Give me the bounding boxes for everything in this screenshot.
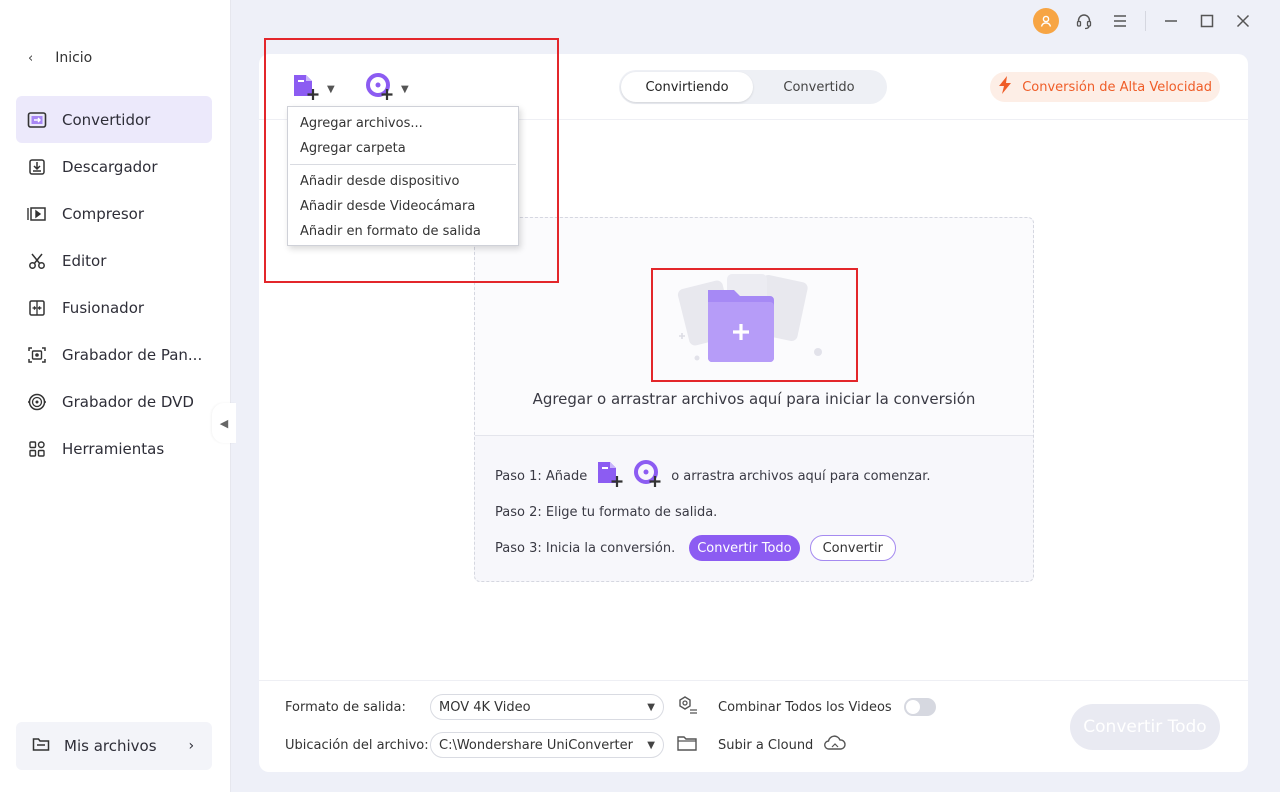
step-1-suffix: o arrastra archivos aquí para comenzar.	[671, 468, 931, 484]
high-speed-conversion-button[interactable]: Conversión de Alta Velocidad	[990, 72, 1220, 102]
add-file-icon	[291, 72, 321, 106]
output-format-label: Formato de salida:	[285, 699, 406, 715]
minimize-icon[interactable]	[1160, 10, 1182, 32]
divider	[1145, 11, 1146, 31]
scissors-icon	[26, 250, 48, 272]
home-link[interactable]: ‹ Inicio	[28, 50, 92, 66]
conversion-tabs: Convirtiendo Convertido	[619, 70, 887, 104]
screen-recorder-icon	[26, 344, 48, 366]
window-controls	[1033, 8, 1254, 34]
sidebar-item-grabador-dvd[interactable]: Grabador de DVD	[16, 378, 212, 425]
open-folder-icon[interactable]	[676, 734, 698, 756]
menu-item-add-from-camcorder[interactable]: Añadir desde Videocámara	[288, 194, 518, 219]
add-dvd-icon[interactable]	[633, 459, 663, 493]
converter-icon	[26, 109, 48, 131]
step-2: Paso 2: Elige tu formato de salida.	[495, 504, 718, 520]
sidebar-item-label: Editor	[62, 251, 107, 270]
file-location-row: Ubicación del archivo: C:\Wondershare Un…	[285, 732, 847, 758]
menu-item-add-output-format[interactable]: Añadir en formato de salida	[288, 219, 518, 244]
step-3: Paso 3: Inicia la conversión. Convertir …	[495, 530, 931, 566]
drop-zone[interactable]: Agregar o arrastrar archivos aquí para i…	[474, 217, 1034, 582]
menu-divider	[290, 164, 516, 165]
file-location-select[interactable]: C:\Wondershare UniConverter ▼	[430, 732, 664, 758]
add-from-dvd-button[interactable]: ▼	[365, 72, 409, 106]
sidebar-item-label: Herramientas	[62, 439, 165, 458]
add-dvd-icon	[365, 72, 395, 106]
chevron-down-icon: ▼	[327, 83, 335, 95]
cloud-icon[interactable]	[823, 734, 847, 756]
avatar[interactable]	[1033, 8, 1059, 34]
convert-pill-button[interactable]: Convertir	[809, 535, 896, 561]
bottom-bar: Formato de salida: MOV 4K Video ▼ Combin…	[259, 680, 1248, 772]
steps: Paso 1: Añade o arrastra archivos aquí p…	[495, 458, 931, 566]
lightning-icon	[996, 75, 1014, 99]
file-location-value: C:\Wondershare UniConverter	[439, 737, 633, 753]
sidebar-item-label: Fusionador	[62, 298, 145, 317]
tools-grid-icon	[26, 438, 48, 460]
add-folder-icon[interactable]	[673, 272, 833, 370]
chevron-left-icon: ‹	[28, 50, 34, 66]
step-1: Paso 1: Añade o arrastra archivos aquí p…	[495, 458, 931, 494]
my-files-label: Mis archivos	[64, 737, 157, 755]
chevron-down-icon: ▼	[647, 701, 655, 713]
sidebar-item-label: Grabador de DVD	[62, 392, 194, 411]
output-format-row: Formato de salida: MOV 4K Video ▼ Combin…	[285, 694, 936, 720]
drop-zone-text: Agregar o arrastrar archivos aquí para i…	[532, 390, 976, 408]
format-settings-icon[interactable]	[676, 695, 698, 719]
chevron-down-icon: ▼	[401, 83, 409, 95]
sidebar-item-descargador[interactable]: Descargador	[16, 143, 212, 190]
sidebar: ‹ Inicio Convertidor Descargador Compres…	[0, 0, 231, 792]
menu-item-add-folder[interactable]: Agregar carpeta	[288, 136, 518, 161]
sidebar-item-grabador-pantalla[interactable]: Grabador de Pan...	[16, 331, 212, 378]
menu-item-add-from-device[interactable]: Añadir desde dispositivo	[288, 169, 518, 194]
chevron-left-icon: ◀	[219, 416, 229, 430]
output-format-value: MOV 4K Video	[439, 699, 531, 715]
maximize-icon[interactable]	[1196, 10, 1218, 32]
sidebar-nav: Convertidor Descargador Compresor Editor…	[16, 96, 212, 472]
sidebar-item-label: Descargador	[62, 157, 158, 176]
sidebar-item-herramientas[interactable]: Herramientas	[16, 425, 212, 472]
menu-item-add-files[interactable]: Agregar archivos...	[288, 111, 518, 136]
tab-convirtiendo[interactable]: Convirtiendo	[621, 72, 753, 102]
convert-all-button[interactable]: Convertir Todo	[1070, 704, 1220, 750]
sidebar-item-editor[interactable]: Editor	[16, 237, 212, 284]
compressor-icon	[26, 203, 48, 225]
home-label: Inicio	[55, 50, 93, 66]
chevron-right-icon: ›	[188, 738, 195, 754]
sidebar-item-label: Convertidor	[62, 110, 151, 129]
collapse-sidebar-button[interactable]: ◀	[212, 403, 236, 443]
upload-cloud-label[interactable]: Subir a Clound	[718, 738, 813, 753]
step-1-prefix: Paso 1: Añade	[495, 468, 588, 484]
sidebar-item-compresor[interactable]: Compresor	[16, 190, 212, 237]
output-format-select[interactable]: MOV 4K Video ▼	[430, 694, 664, 720]
step-3-text: Paso 3: Inicia la conversión.	[495, 540, 676, 556]
merge-label: Combinar Todos los Videos	[718, 699, 892, 715]
add-files-menu: Agregar archivos... Agregar carpeta Añad…	[287, 106, 519, 246]
convert-all-pill-button[interactable]: Convertir Todo	[689, 535, 800, 561]
sidebar-item-label: Grabador de Pan...	[62, 345, 203, 364]
headset-support-icon[interactable]	[1073, 10, 1095, 32]
tab-convertido[interactable]: Convertido	[753, 72, 885, 102]
downloader-icon	[26, 156, 48, 178]
chevron-down-icon: ▼	[647, 739, 655, 751]
my-files-button[interactable]: Mis archivos ›	[16, 722, 212, 770]
high-speed-label: Conversión de Alta Velocidad	[1022, 79, 1212, 95]
close-icon[interactable]	[1232, 10, 1254, 32]
sidebar-item-label: Compresor	[62, 204, 145, 223]
dvd-icon	[26, 391, 48, 413]
sidebar-item-convertidor[interactable]: Convertidor	[16, 96, 212, 143]
merger-icon	[26, 297, 48, 319]
add-file-icon[interactable]	[595, 459, 625, 493]
merge-toggle[interactable]	[903, 698, 936, 716]
file-location-label: Ubicación del archivo:	[285, 737, 429, 753]
sidebar-item-fusionador[interactable]: Fusionador	[16, 284, 212, 331]
drop-zone-area[interactable]: Agregar o arrastrar archivos aquí para i…	[475, 218, 1033, 436]
add-files-button[interactable]: ▼	[291, 72, 335, 106]
menu-icon[interactable]	[1109, 10, 1131, 32]
folder-icon	[32, 736, 50, 756]
